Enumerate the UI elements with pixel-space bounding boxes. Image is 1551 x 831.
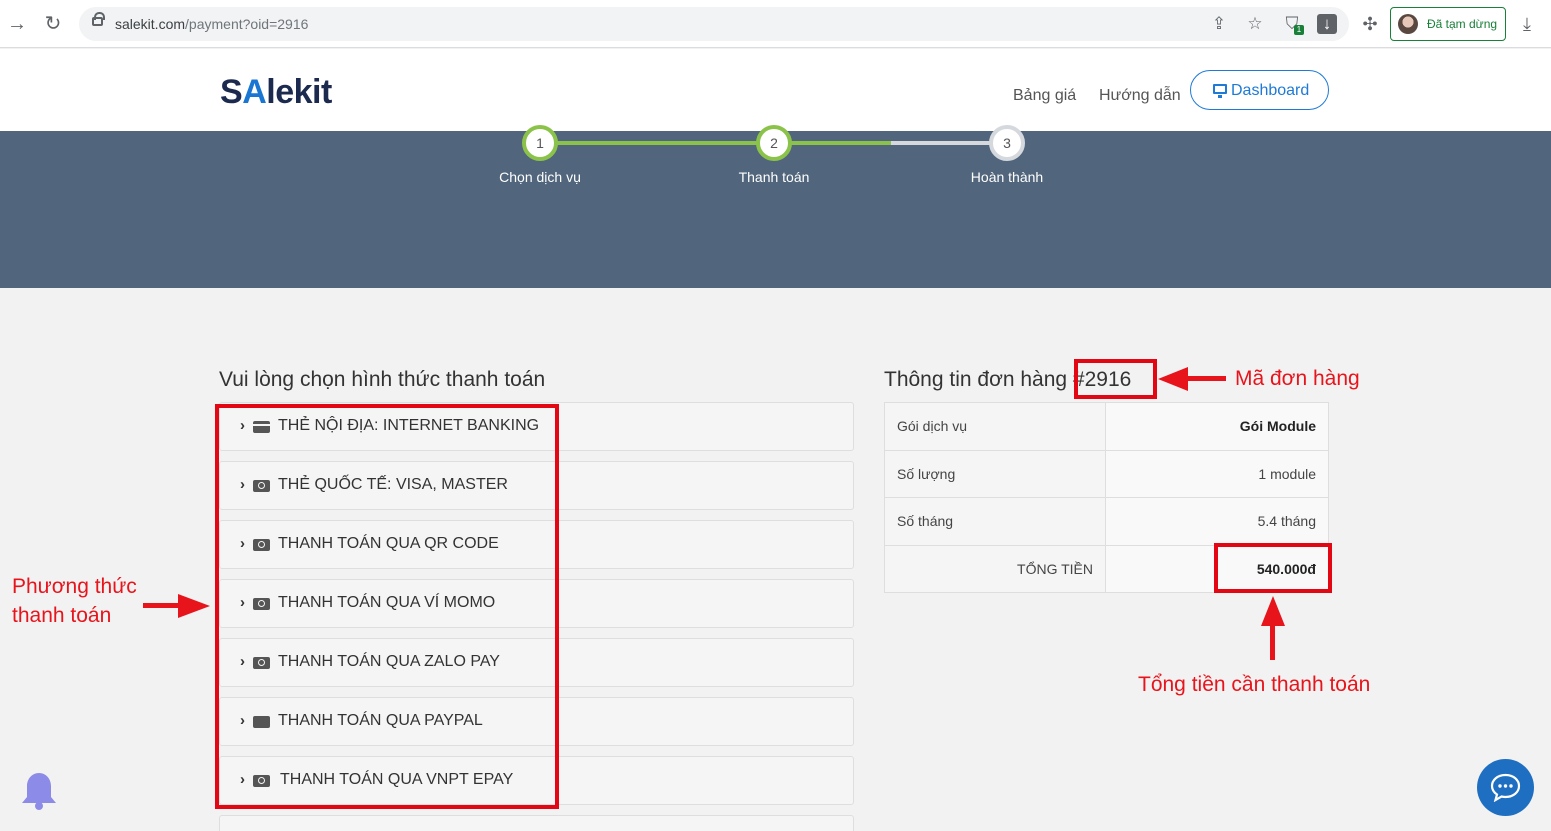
- step-1-circle: 1: [522, 125, 558, 161]
- profile-status: Đã tạm dừng: [1427, 17, 1498, 31]
- step-connector-1: [540, 141, 774, 145]
- address-bar[interactable]: salekit.com/payment?oid=2916 ⇪ ☆ ⛉ 1 ↓: [79, 7, 1349, 41]
- annotation-arrow-shaft: [1184, 376, 1226, 381]
- step-3-circle: 3: [989, 125, 1025, 161]
- step-1-label: Chọn dịch vụ: [499, 169, 581, 185]
- chat-button[interactable]: [1477, 759, 1534, 816]
- lock-icon: [92, 12, 105, 26]
- annotation-box-payment-methods: [215, 404, 559, 809]
- annotation-arrow-shaft: [143, 603, 181, 608]
- site-header: SAlekit Bảng giá Hướng dẫn Dashboard: [0, 49, 1551, 131]
- forward-icon[interactable]: →: [5, 12, 29, 36]
- browser-toolbar: → ↻ salekit.com/payment?oid=2916 ⇪ ☆ ⛉ 1…: [0, 0, 1551, 48]
- share-icon[interactable]: ⇪: [1209, 14, 1229, 34]
- progress-steps: 1 2 3 Chọn dịch vụ Thanh toán Hoàn thành: [0, 125, 1551, 288]
- annotation-total-to-pay: Tổng tiền cần thanh toán: [1138, 673, 1371, 696]
- annotation-order-code: Mã đơn hàng: [1235, 367, 1360, 390]
- url-text[interactable]: salekit.com/payment?oid=2916: [115, 16, 308, 32]
- download-extension-icon[interactable]: ↓: [1317, 14, 1337, 34]
- payment-method-partial[interactable]: [219, 815, 854, 831]
- table-row: Số lượng 1 module: [884, 449, 1329, 498]
- arrow-left-icon: [1158, 367, 1188, 391]
- arrow-up-icon: [1261, 596, 1285, 626]
- step-2-circle: 2: [756, 125, 792, 161]
- annotation-payment-method-line2: thanh toán: [12, 604, 112, 627]
- reload-icon[interactable]: ↻: [41, 12, 65, 36]
- order-row-value: 1 module: [1105, 449, 1329, 498]
- arrow-right-icon: [178, 594, 210, 618]
- step-3-label: Hoàn thành: [970, 169, 1044, 185]
- avatar: [1398, 14, 1418, 34]
- order-title-text: Thông tin đơn hàng: [884, 368, 1068, 391]
- order-row-value: Gói Module: [1105, 402, 1329, 451]
- bookmark-star-icon[interactable]: ☆: [1245, 14, 1265, 34]
- table-row: Gói dịch vụ Gói Module: [884, 402, 1329, 451]
- monitor-icon: [1213, 84, 1227, 98]
- table-row: Số tháng 5.4 tháng: [884, 497, 1329, 546]
- order-row-key: Số tháng: [884, 497, 1106, 546]
- dashboard-label: Dashboard: [1231, 82, 1310, 99]
- annotation-payment-method-line1: Phương thức: [12, 575, 137, 598]
- extension-badge: 1: [1294, 25, 1304, 35]
- payment-section-title: Vui lòng chọn hình thức thanh toán: [219, 368, 546, 391]
- nav-guide[interactable]: Hướng dẫn: [1099, 87, 1181, 105]
- step-2-label: Thanh toán: [738, 169, 810, 185]
- order-row-value: 5.4 tháng: [1105, 497, 1329, 546]
- profile-button[interactable]: Đã tạm dừng: [1390, 7, 1506, 41]
- nav-pricing[interactable]: Bảng giá: [1013, 87, 1076, 105]
- annotation-arrow-shaft: [1270, 624, 1275, 660]
- chat-bubble-icon: [1490, 773, 1521, 802]
- order-row-key: Gói dịch vụ: [884, 402, 1106, 451]
- total-label: TỔNG TIỀN: [884, 544, 1106, 593]
- order-row-key: Số lượng: [884, 449, 1106, 498]
- salekit-logo[interactable]: SAlekit: [220, 73, 332, 112]
- notification-bell-icon[interactable]: [21, 771, 57, 811]
- annotation-box-order-id: [1074, 359, 1157, 399]
- dashboard-button[interactable]: Dashboard: [1190, 70, 1329, 110]
- downloads-icon[interactable]: ⤓: [1516, 13, 1538, 35]
- extensions-puzzle-icon[interactable]: ✣: [1359, 13, 1381, 35]
- annotation-box-total: [1214, 543, 1332, 593]
